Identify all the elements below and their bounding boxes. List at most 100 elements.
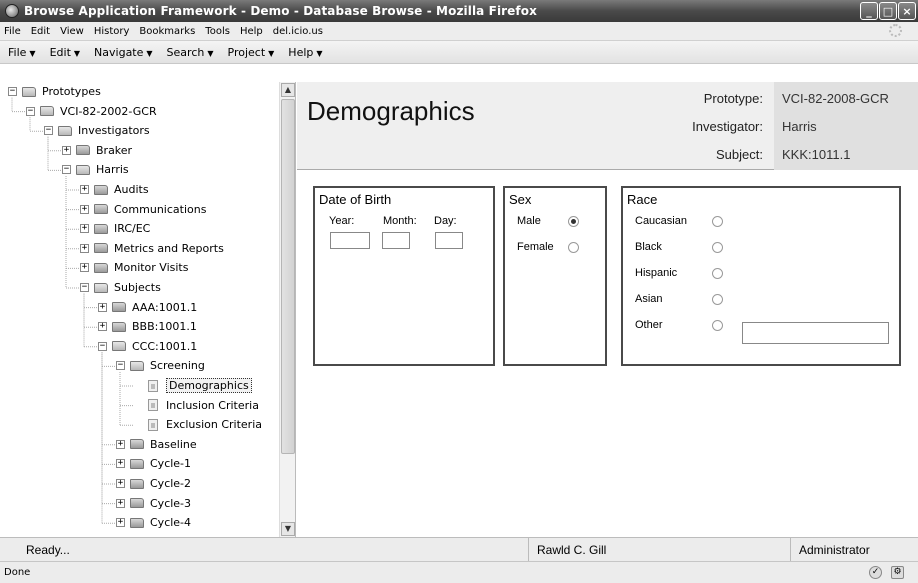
expand-icon[interactable]: + [98, 302, 107, 312]
scroll-down-arrow-icon[interactable]: ▼ [281, 522, 295, 536]
black-label: Black [635, 241, 662, 253]
tree-folder-item[interactable]: − VCI-82-2002-GCR [26, 102, 157, 121]
tree-folder-item[interactable]: − Investigators [44, 121, 150, 140]
close-button[interactable]: × [898, 2, 916, 20]
app-menu-help[interactable]: Help ▼ [288, 46, 322, 59]
tree-folder-item[interactable]: + Cycle-3 [116, 494, 191, 513]
tree-folder-item[interactable]: + Metrics and Reports [80, 239, 224, 258]
female-radio[interactable] [568, 242, 579, 253]
app-menu-edit[interactable]: Edit ▼ [50, 46, 80, 59]
tree-item-label: Investigators [78, 124, 150, 138]
sex-title: Sex [509, 192, 532, 207]
other-radio[interactable] [712, 320, 723, 331]
tree-folder-item[interactable]: − Harris [62, 160, 129, 179]
firefox-icon [5, 4, 19, 18]
tree-leaf-item[interactable]: Inclusion Criteria [148, 396, 259, 415]
browser-menu-view[interactable]: View [60, 26, 84, 37]
tree-scrollbar[interactable]: ▲ ▼ [279, 82, 295, 537]
tree-folder-item[interactable]: + Cycle-1 [116, 454, 191, 473]
browser-menu-bookmarks[interactable]: Bookmarks [139, 26, 195, 37]
collapse-icon[interactable]: − [8, 87, 17, 96]
app-menu-search[interactable]: Search ▼ [167, 46, 214, 59]
tree-item-label: Baseline [150, 437, 197, 451]
minimize-button[interactable]: _ [860, 2, 878, 20]
tree-folder-item[interactable]: + Cycle-2 [116, 474, 191, 493]
prototype-label: Prototype: [703, 90, 763, 106]
collapse-icon[interactable]: − [80, 283, 89, 292]
expand-icon[interactable]: + [116, 479, 125, 488]
expand-icon[interactable]: + [116, 498, 125, 508]
day-input[interactable] [435, 232, 463, 249]
folder-icon [94, 204, 108, 215]
expand-icon[interactable]: + [98, 322, 107, 332]
tree-item-label: AAA:1001.1 [132, 300, 198, 314]
caucasian-radio[interactable] [712, 216, 723, 227]
caucasian-label: Caucasian [635, 215, 687, 227]
tree-folder-item[interactable]: − CCC:1001.1 [98, 337, 197, 356]
settings-gear-icon[interactable]: ⚙ [891, 566, 904, 579]
folder-icon [112, 321, 126, 332]
folder-icon [94, 243, 108, 254]
tree-item-label: Communications [114, 202, 207, 216]
browser-status-bar: Done ✓ ⚙ [0, 561, 918, 583]
collapse-icon[interactable]: − [44, 126, 53, 136]
app-menu-file[interactable]: File ▼ [8, 46, 36, 59]
tree-item-label: VCI-82-2002-GCR [60, 104, 157, 118]
expand-icon[interactable]: + [116, 459, 125, 469]
tree-item-label: Cycle-4 [150, 516, 192, 530]
window-title: Browse Application Framework - Demo - Da… [24, 4, 537, 18]
tree-item-label: Monitor Visits [114, 261, 189, 275]
tree-folder-item[interactable]: + Cycle-4 [116, 513, 191, 532]
other-race-input[interactable] [742, 322, 889, 344]
browser-menu-help[interactable]: Help [240, 26, 263, 37]
year-input[interactable] [330, 232, 370, 249]
expand-icon[interactable]: + [80, 224, 89, 234]
tree-item-label: Cycle-3 [150, 496, 192, 510]
collapse-icon[interactable]: − [116, 361, 125, 371]
tree-folder-item[interactable]: + Braker [62, 141, 132, 160]
folder-icon [94, 262, 108, 273]
security-check-icon[interactable]: ✓ [869, 566, 882, 579]
window-title-bar: Browse Application Framework - Demo - Da… [0, 0, 918, 22]
tree-folder-item[interactable]: + Communications [80, 200, 206, 219]
tree-folder-item[interactable]: + IRC/EC [80, 219, 150, 238]
browser-menu-tools[interactable]: Tools [205, 26, 230, 37]
tree-leaf-item[interactable]: Demographics [148, 376, 252, 395]
tree-leaf-item[interactable]: Exclusion Criteria [148, 415, 262, 434]
expand-icon[interactable]: + [80, 204, 89, 214]
expand-icon[interactable]: + [116, 439, 125, 449]
tree-folder-item[interactable]: + Monitor Visits [80, 258, 188, 277]
tree-folder-item[interactable]: − Prototypes [8, 82, 101, 101]
app-menu-project[interactable]: Project ▼ [228, 46, 275, 59]
browser-menu-history[interactable]: History [94, 26, 130, 37]
tree-folder-item[interactable]: − Subjects [80, 278, 161, 297]
maximize-button[interactable]: □ [879, 2, 897, 20]
asian-radio[interactable] [712, 294, 723, 305]
hispanic-radio[interactable] [712, 268, 723, 279]
expand-icon[interactable]: + [80, 243, 89, 253]
tree-folder-item[interactable]: − Screening [116, 356, 205, 375]
collapse-icon[interactable]: − [98, 341, 107, 351]
tree-folder-item[interactable]: + Baseline [116, 435, 197, 454]
male-radio[interactable] [568, 216, 579, 227]
expand-icon[interactable]: + [80, 263, 89, 273]
app-menu-navigate[interactable]: Navigate ▼ [94, 46, 153, 59]
tree-item-label: CCC:1001.1 [132, 339, 198, 353]
browser-menu-file[interactable]: File [4, 26, 21, 37]
scroll-up-arrow-icon[interactable]: ▲ [281, 83, 295, 97]
collapse-icon[interactable]: − [62, 165, 71, 175]
browser-status-text: Done [4, 567, 31, 578]
tree-folder-item[interactable]: + AAA:1001.1 [98, 298, 197, 317]
tree-folder-item[interactable]: + Audits [80, 180, 149, 199]
tree-folder-item[interactable]: + BBB:1001.1 [98, 317, 197, 336]
scroll-thumb[interactable] [281, 99, 295, 454]
black-radio[interactable] [712, 242, 723, 253]
month-input[interactable] [382, 232, 410, 249]
browser-menu-edit[interactable]: Edit [31, 26, 50, 37]
expand-icon[interactable]: + [62, 145, 71, 155]
expand-icon[interactable]: + [80, 185, 89, 194]
prototype-value: VCI-82-2008-GCR [782, 90, 889, 106]
expand-icon[interactable]: + [116, 518, 125, 528]
collapse-icon[interactable]: − [26, 106, 35, 116]
browser-menu-delicious[interactable]: del.icio.us [273, 26, 323, 37]
